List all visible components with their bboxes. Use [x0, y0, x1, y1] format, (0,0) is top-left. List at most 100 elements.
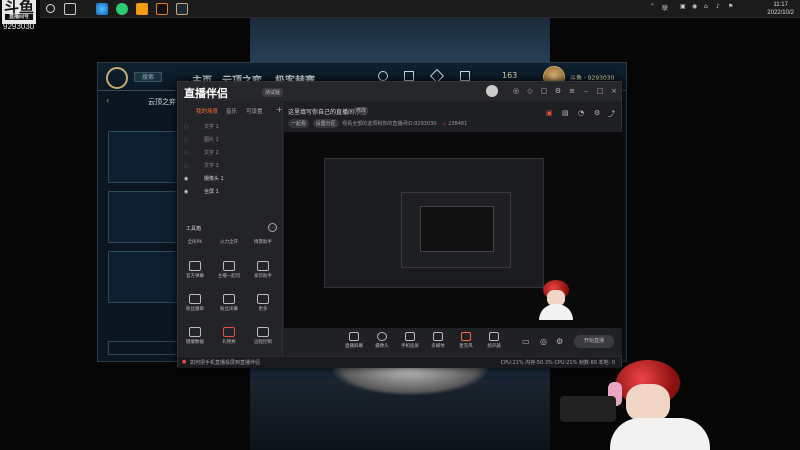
- source-label: 扬声器: [487, 344, 501, 349]
- record-icon[interactable]: ▭: [522, 337, 530, 346]
- app-statusbar: ● 如何把手机直播投屏到直播伴侣 CPU:21% 内存:50.3% CPU:21…: [178, 356, 621, 368]
- visibility-icon[interactable]: ◎: [540, 337, 547, 346]
- tray-chevron-icon[interactable]: ⌃: [650, 3, 655, 15]
- tab-music[interactable]: 音乐: [226, 107, 237, 115]
- game-search[interactable]: 搜索: [134, 72, 162, 82]
- webcam-large-face: [626, 384, 670, 422]
- scene-label: 图片 1: [203, 137, 219, 143]
- tray-flag-icon[interactable]: ⚑: [728, 3, 733, 15]
- add-screen-button[interactable]: 直播屏幕: [340, 332, 368, 349]
- microphone-stand: [560, 396, 616, 422]
- tray-app2-icon[interactable]: ◉: [692, 3, 697, 15]
- profile-icon[interactable]: [378, 71, 388, 81]
- phone-cast-button[interactable]: 手机投屏: [396, 332, 424, 349]
- clipboard-icon: [223, 261, 235, 271]
- heart-icon: [189, 327, 201, 337]
- eye-icon[interactable]: ◌: [184, 150, 190, 156]
- tab-my-scenes[interactable]: 我的场景: [196, 107, 218, 115]
- source-label: 麦克风: [459, 344, 473, 349]
- tool-scene-helper[interactable]: 情景助手: [248, 239, 278, 245]
- app-menu-icon[interactable]: ◎: [512, 87, 520, 95]
- edge-browser-icon[interactable]: [96, 3, 108, 15]
- app-logo: 直播伴侣: [184, 88, 228, 100]
- tool-gift-show[interactable]: 礼物秀: [214, 327, 244, 345]
- notification-icon[interactable]: ▣: [546, 109, 553, 117]
- tray-app-icon[interactable]: ▣: [680, 3, 686, 15]
- shop-icon[interactable]: [404, 71, 414, 81]
- eye-icon[interactable]: ◌: [184, 124, 190, 130]
- share-icon[interactable]: ⤴: [608, 109, 615, 119]
- tool-remote[interactable]: 远程控制: [248, 327, 278, 345]
- scene-item[interactable]: ◉ 摄像头 1: [184, 175, 276, 185]
- app-settings-icon[interactable]: ⚙: [554, 87, 562, 95]
- eye-icon[interactable]: ◉: [184, 189, 190, 195]
- tool-more[interactable]: 更多: [248, 294, 278, 312]
- input-method-indicator[interactable]: 联: [662, 3, 668, 15]
- taskbar-clock[interactable]: 11:17 2022/10/2: [767, 1, 794, 17]
- scene-item[interactable]: ◌ 图片 1: [184, 136, 276, 146]
- toolbox-more-icon[interactable]: …: [268, 223, 277, 232]
- chip-watch-together[interactable]: 一起看: [288, 119, 310, 128]
- streaming-app-icon[interactable]: [136, 3, 148, 15]
- chip-category[interactable]: 设置分区: [312, 119, 339, 128]
- preview-nested-window: [324, 158, 544, 288]
- tool-pk[interactable]: 全民PK: [180, 239, 210, 245]
- network-icon[interactable]: ⌂: [704, 3, 708, 15]
- tab-settings[interactable]: 可设置: [246, 107, 263, 115]
- game-slot-3[interactable]: [108, 251, 178, 303]
- scene-item[interactable]: ◌ 文字 1: [184, 123, 276, 133]
- tool-health[interactable]: 健康数据: [180, 327, 210, 345]
- league-client-icon[interactable]: [176, 3, 188, 15]
- speaker-button[interactable]: 扬声器: [480, 332, 508, 349]
- app-version-badge: 测试版: [262, 88, 284, 97]
- status-dot-icon: ●: [182, 359, 187, 365]
- windows-start-icon[interactable]: [46, 4, 55, 13]
- microphone-button[interactable]: 麦克风: [452, 332, 480, 349]
- wechat-icon[interactable]: [116, 3, 128, 15]
- game-app-icon[interactable]: [156, 3, 168, 15]
- badge-icon: [189, 294, 201, 304]
- streaming-app-window: 直播伴侣 测试版 ◎ ◇ ▢ ⚙ ≡ – □ × 我的场景 音乐 可设置 + ◌…: [177, 81, 622, 368]
- scene-item[interactable]: ◉ 全屏 1: [184, 188, 276, 198]
- scene-item[interactable]: ◌ 文字 2: [184, 149, 276, 159]
- tool-play-together[interactable]: 主播一起玩: [214, 261, 244, 279]
- settings2-icon[interactable]: ⚙: [594, 109, 600, 117]
- tool-fan-badge[interactable]: 粉丝徽章: [180, 294, 210, 312]
- tool-label: 粉丝闭幕: [220, 307, 238, 312]
- task-view-icon[interactable]: [64, 3, 76, 15]
- maximize-icon[interactable]: □: [596, 87, 604, 95]
- scene-item[interactable]: ◌ 文字 3: [184, 162, 276, 172]
- bottom-settings-icon[interactable]: ⚙: [556, 337, 563, 346]
- edit-title-button[interactable]: 修改: [354, 107, 369, 114]
- minimize-icon[interactable]: –: [582, 87, 590, 95]
- tool-delivery[interactable]: 发货助手: [248, 261, 278, 279]
- game-slot-2[interactable]: [108, 191, 178, 243]
- add-scene-icon[interactable]: +: [276, 105, 283, 114]
- status-tip[interactable]: 如何把手机直播投屏到直播伴侣: [190, 359, 260, 366]
- close-icon[interactable]: ×: [610, 87, 618, 95]
- eye-icon[interactable]: ◌: [184, 163, 190, 169]
- speaker-icon: [489, 332, 499, 341]
- game-slot-1[interactable]: [108, 131, 178, 183]
- lock-icon[interactable]: ▤: [562, 109, 569, 117]
- multimedia-button[interactable]: 多媒体: [424, 332, 452, 349]
- app-more-icon[interactable]: ≡: [568, 87, 576, 95]
- add-camera-button[interactable]: 摄像头: [368, 332, 396, 349]
- tool-fire[interactable]: 火力全开: [214, 239, 244, 245]
- tool-fan-close[interactable]: 粉丝闭幕: [214, 294, 244, 312]
- app-sidebar: 我的场景 音乐 可设置 + ◌ 文字 1 ◌ 图片 1 ◌ 文字 2 ◌ 文字 …: [178, 101, 283, 356]
- eye-icon[interactable]: ◉: [184, 176, 190, 182]
- preview-nested-window-inner: [401, 192, 511, 268]
- tool-danmu[interactable]: 官方弹幕: [180, 261, 210, 279]
- start-live-button[interactable]: 开始直播: [574, 335, 614, 348]
- eye-icon[interactable]: ◌: [184, 137, 190, 143]
- app-gift-icon[interactable]: ◇: [526, 87, 534, 95]
- monitor-icon: [257, 327, 269, 337]
- app-chat-icon[interactable]: ▢: [540, 87, 548, 95]
- screen: ⌃ 联 ▣ ◉ ⌂ ♪ ⚑ 11:17 2022/10/2 斗鱼 直播间号 92…: [0, 0, 800, 450]
- collection-icon[interactable]: [460, 71, 470, 81]
- app-avatar[interactable]: [486, 85, 498, 97]
- volume-icon[interactable]: ♪: [716, 3, 720, 15]
- back-arrow-icon[interactable]: ‹: [106, 96, 109, 105]
- bell-icon[interactable]: ◔: [578, 109, 584, 117]
